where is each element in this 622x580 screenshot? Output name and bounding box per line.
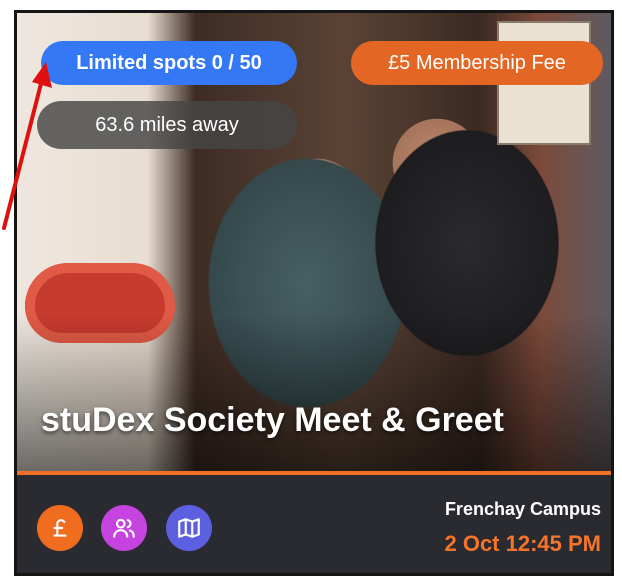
members-button[interactable] bbox=[101, 505, 147, 551]
card-footer: Frenchay Campus 2 Oct 12:45 PM bbox=[17, 475, 611, 573]
limited-spots-badge: Limited spots 0 / 50 bbox=[41, 41, 297, 85]
limited-spots-label: Limited spots 0 / 50 bbox=[76, 51, 262, 74]
annotation-arrow-icon bbox=[2, 62, 52, 230]
distance-label: 63.6 miles away bbox=[95, 113, 239, 136]
map-button[interactable] bbox=[166, 505, 212, 551]
event-card[interactable]: Limited spots 0 / 50 £5 Membership Fee 6… bbox=[14, 10, 614, 576]
map-icon bbox=[178, 518, 200, 538]
event-title: stuDex Society Meet & Greet bbox=[41, 401, 504, 439]
event-location: Frenchay Campus bbox=[444, 499, 601, 519]
people-icon bbox=[113, 518, 135, 538]
photo-shade bbox=[17, 313, 611, 473]
membership-fee-label: £5 Membership Fee bbox=[388, 51, 566, 74]
event-datetime: 2 Oct 12:45 PM bbox=[444, 531, 601, 556]
pound-icon bbox=[53, 519, 67, 537]
membership-fee-badge: £5 Membership Fee bbox=[351, 41, 603, 85]
distance-badge: 63.6 miles away bbox=[37, 101, 297, 149]
fee-button[interactable] bbox=[37, 505, 83, 551]
